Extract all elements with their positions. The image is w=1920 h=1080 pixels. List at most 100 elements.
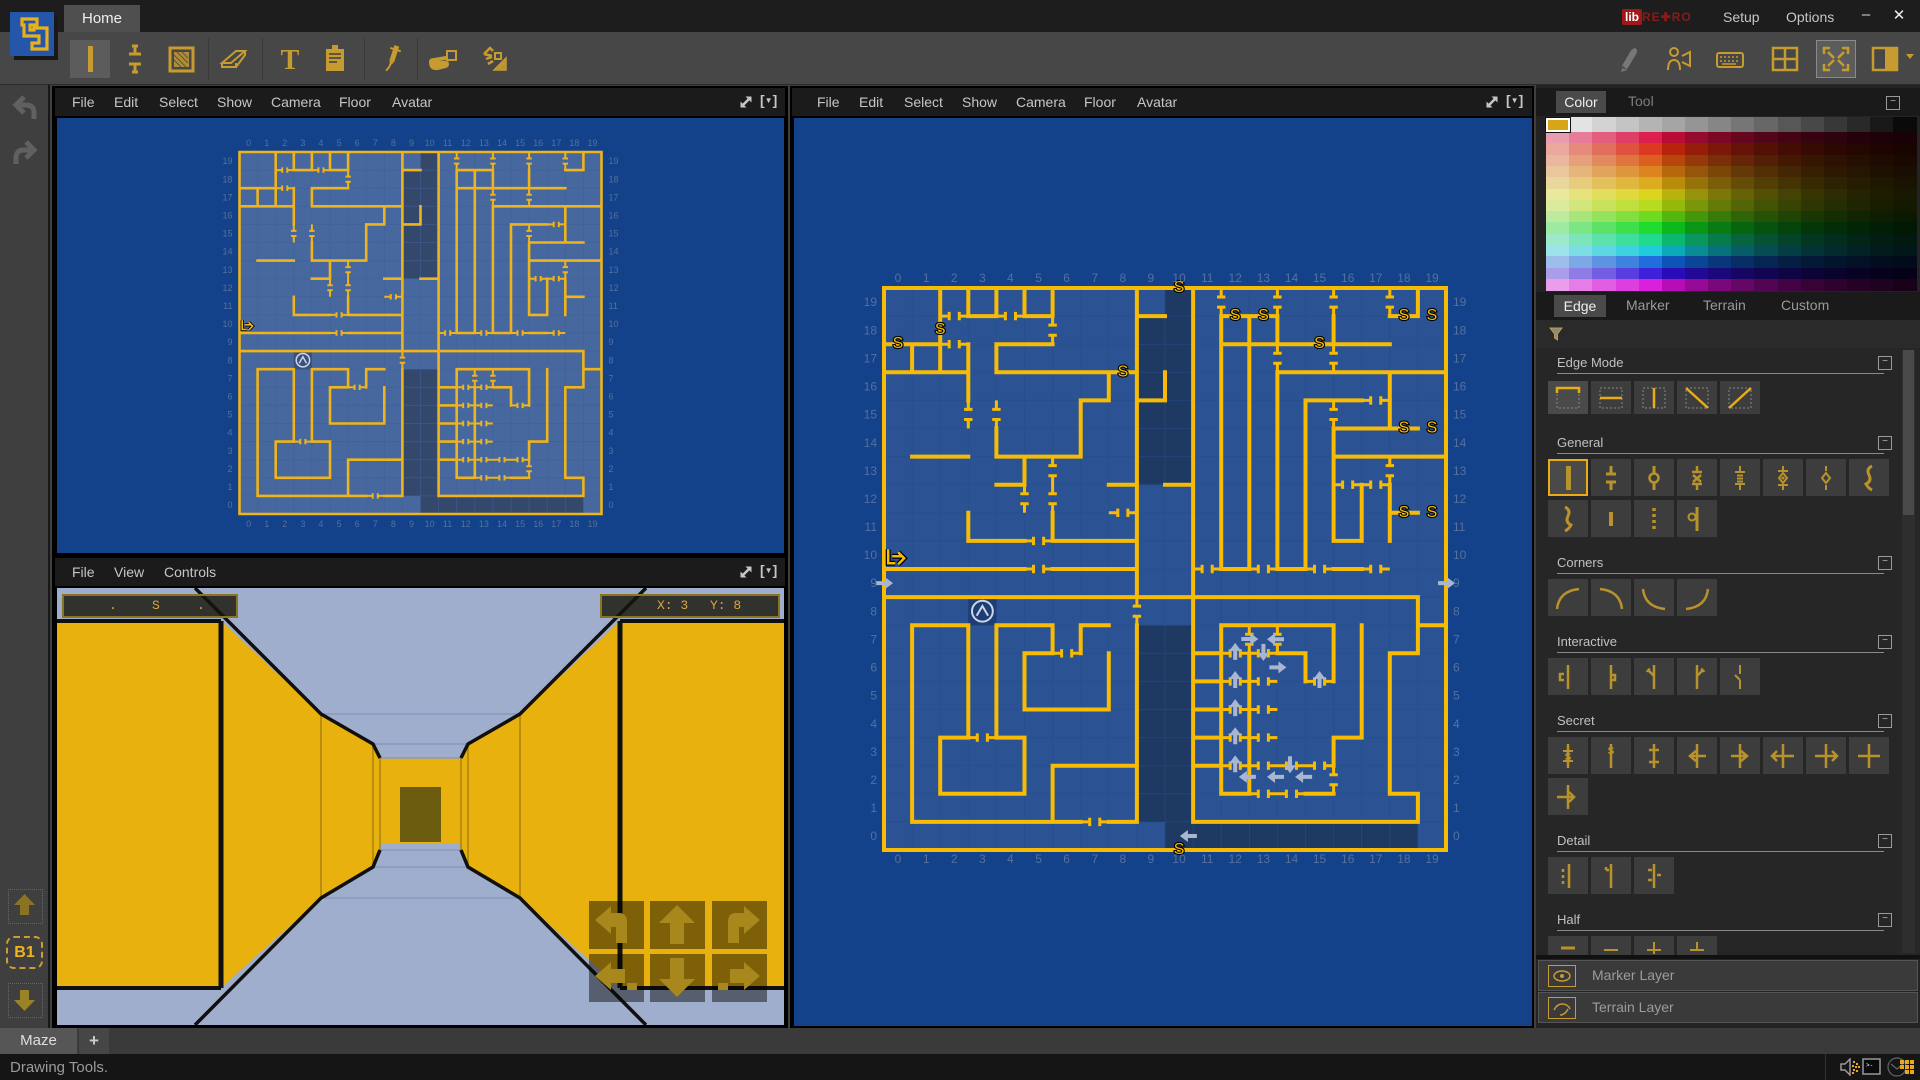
svg-text:0: 0 [1453,829,1460,843]
svg-text:17: 17 [1369,271,1383,285]
svg-text:12: 12 [222,283,232,293]
svg-text:9: 9 [1148,852,1155,866]
svg-text:0: 0 [227,500,232,510]
svg-text:13: 13 [864,464,878,478]
svg-text:9: 9 [1148,271,1155,285]
svg-text:5: 5 [337,138,342,148]
svg-text:12: 12 [864,492,878,506]
svg-text:15: 15 [515,519,525,529]
svg-text:1: 1 [609,482,614,492]
svg-text:10: 10 [425,519,435,529]
svg-text:5: 5 [609,410,614,420]
svg-text:14: 14 [222,247,232,257]
svg-text:1: 1 [264,519,269,529]
svg-text:S: S [1230,307,1241,324]
svg-text:3: 3 [979,271,986,285]
svg-text:18: 18 [222,174,232,184]
svg-text:1: 1 [1453,801,1460,815]
svg-text:8: 8 [391,138,396,148]
svg-text:16: 16 [533,138,543,148]
svg-text:11: 11 [609,301,618,311]
svg-text:4: 4 [1007,852,1014,866]
svg-text:11: 11 [223,301,232,311]
svg-text:18: 18 [609,174,619,184]
svg-text:10: 10 [864,548,878,562]
svg-text:8: 8 [1120,271,1127,285]
svg-text:7: 7 [1091,852,1098,866]
svg-text:0: 0 [895,271,902,285]
svg-text:6: 6 [1453,661,1460,675]
svg-text:17: 17 [551,519,561,529]
svg-text:14: 14 [1285,852,1299,866]
svg-text:10: 10 [609,319,619,329]
svg-text:19: 19 [1425,852,1439,866]
svg-text:8: 8 [870,604,877,618]
svg-text:13: 13 [479,519,489,529]
svg-text:5: 5 [337,519,342,529]
svg-text:2: 2 [227,464,232,474]
svg-text:14: 14 [864,436,878,450]
svg-text:>-: >- [1866,1062,1873,1069]
svg-text:11: 11 [865,520,878,534]
svg-text:4: 4 [870,717,877,731]
svg-text:14: 14 [497,138,507,148]
svg-text:S: S [893,335,904,352]
svg-text:5: 5 [1453,689,1460,703]
svg-text:7: 7 [373,519,378,529]
svg-text:11: 11 [1201,271,1214,285]
svg-text:9: 9 [227,337,232,347]
svg-text:1: 1 [264,138,269,148]
svg-text:4: 4 [609,428,614,438]
svg-text:18: 18 [1453,323,1467,337]
svg-text:9: 9 [609,337,614,347]
svg-text:15: 15 [1453,408,1467,422]
svg-text:2: 2 [282,519,287,529]
svg-text:2: 2 [1453,773,1460,787]
svg-text:S: S [935,321,946,338]
svg-text:12: 12 [461,519,471,529]
svg-text:16: 16 [1341,852,1355,866]
svg-text:10: 10 [425,138,435,148]
svg-text:13: 13 [1453,464,1467,478]
svg-text:19: 19 [587,138,597,148]
svg-text:13: 13 [222,265,232,275]
svg-text:S: S [1427,504,1438,521]
svg-text:12: 12 [1453,492,1467,506]
svg-text:5: 5 [870,689,877,703]
svg-text:4: 4 [1453,717,1460,731]
svg-text:6: 6 [355,519,360,529]
svg-text:S: S [1399,420,1410,437]
svg-text:16: 16 [609,211,619,221]
svg-text:7: 7 [373,138,378,148]
svg-text:14: 14 [609,247,619,257]
svg-text:19: 19 [587,519,597,529]
svg-text:3: 3 [1453,745,1460,759]
svg-text:6: 6 [1063,271,1070,285]
svg-text:15: 15 [1313,271,1327,285]
svg-text:16: 16 [1341,271,1355,285]
svg-text:6: 6 [870,661,877,675]
svg-text:10: 10 [1172,271,1186,285]
svg-text:3: 3 [300,138,305,148]
svg-text:14: 14 [1453,436,1467,450]
svg-text:4: 4 [318,138,323,148]
svg-text:S: S [1399,504,1410,521]
svg-text:17: 17 [551,138,561,148]
svg-text:3: 3 [979,852,986,866]
svg-text:18: 18 [1397,271,1411,285]
svg-text:11: 11 [443,138,452,148]
svg-text:3: 3 [609,446,614,456]
svg-text:13: 13 [1257,271,1271,285]
svg-text:5: 5 [227,410,232,420]
svg-text:17: 17 [222,192,232,202]
svg-text:11: 11 [1453,520,1466,534]
svg-text:18: 18 [569,519,579,529]
svg-text:7: 7 [870,633,877,647]
svg-text:16: 16 [1453,380,1467,394]
svg-text:8: 8 [1120,852,1127,866]
svg-text:0: 0 [895,852,902,866]
svg-text:6: 6 [227,392,232,402]
svg-text:19: 19 [1425,271,1439,285]
svg-text:10: 10 [222,319,232,329]
svg-text:13: 13 [479,138,489,148]
